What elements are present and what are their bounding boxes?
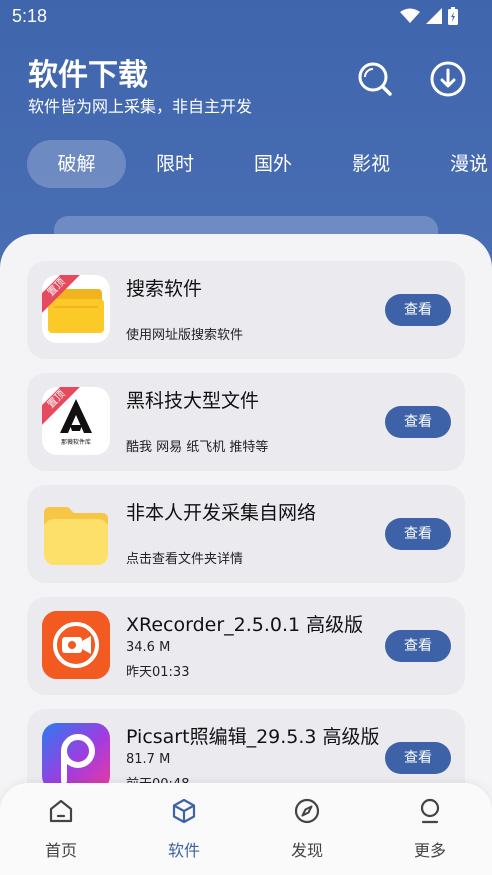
person-icon	[420, 798, 440, 824]
search-button[interactable]	[356, 60, 394, 98]
app-title: XRecorder_2.5.0.1 高级版	[126, 614, 364, 636]
app-size: 81.7 M	[126, 752, 171, 767]
bottom-nav: 首页 软件 发现 更多	[0, 783, 492, 875]
nav-software[interactable]: 软件	[144, 797, 224, 861]
app-card[interactable]: XRecorder_2.5.0.1 高级版 34.6 M 昨天01:33 查看	[27, 597, 465, 695]
status-icons	[400, 7, 458, 25]
tab-foreign[interactable]: 国外	[238, 140, 308, 188]
tab-limited[interactable]: 限时	[140, 140, 210, 188]
app-title: 非本人开发采集自网络	[126, 502, 317, 524]
nav-label: 首页	[44, 841, 77, 860]
view-button[interactable]: 查看	[385, 742, 451, 774]
app-title: 黑科技大型文件	[126, 390, 260, 412]
pinned-badge: 置顶	[42, 275, 80, 313]
app-description: 点击查看文件夹详情	[126, 552, 244, 567]
signal-icon	[426, 8, 442, 24]
download-icon	[430, 61, 466, 97]
view-button[interactable]: 查看	[385, 518, 451, 550]
battery-icon	[448, 7, 458, 25]
wifi-icon	[400, 8, 420, 23]
folder-light-icon	[42, 499, 110, 567]
home-icon	[49, 799, 73, 823]
nav-more[interactable]: 更多	[390, 797, 470, 861]
nav-home[interactable]: 首页	[21, 797, 101, 861]
app-title: 搜索软件	[126, 278, 203, 300]
nav-label: 更多	[413, 841, 446, 860]
picsart-icon	[42, 723, 110, 791]
folder-yellow-icon: 置顶	[42, 275, 110, 343]
app-title: Picsart照编辑_29.5.3 高级版	[126, 726, 380, 748]
compass-icon	[294, 798, 320, 824]
view-button[interactable]: 查看	[385, 630, 451, 662]
pinned-badge: 置顶	[42, 387, 80, 425]
category-tabs: 破解 限时 国外 影视 漫说	[0, 140, 492, 190]
logo-text: 那薇软件库	[60, 439, 91, 446]
cube-icon	[172, 798, 196, 824]
content-sheet: 置顶 搜索软件 使用网址版搜索软件 查看 那薇软件库 置顶 黑科技大型文件 酷我…	[0, 234, 492, 875]
nav-label: 软件	[167, 841, 200, 860]
app-date: 昨天01:33	[126, 665, 190, 680]
search-icon	[358, 62, 392, 96]
nav-discover[interactable]: 发现	[267, 797, 347, 861]
app-size: 34.6 M	[126, 640, 171, 655]
app-description: 酷我 网易 纸飞机 推特等	[126, 440, 269, 455]
app-card[interactable]: 那薇软件库 置顶 黑科技大型文件 酷我 网易 纸飞机 推特等 查看	[27, 373, 465, 471]
tab-video[interactable]: 影视	[336, 140, 406, 188]
app-card[interactable]: 非本人开发采集自网络 点击查看文件夹详情 查看	[27, 485, 465, 583]
status-bar: 5:18	[0, 0, 492, 34]
nav-label: 发现	[290, 841, 323, 860]
app-card[interactable]: 置顶 搜索软件 使用网址版搜索软件 查看	[27, 261, 465, 359]
view-button[interactable]: 查看	[385, 294, 451, 326]
view-button[interactable]: 查看	[385, 406, 451, 438]
tab-crack[interactable]: 破解	[27, 140, 126, 188]
page-title: 软件下载	[28, 58, 148, 93]
app-description: 使用网址版搜索软件	[126, 328, 244, 343]
app-logo-a-icon: 那薇软件库 置顶	[42, 387, 110, 455]
status-time: 5:18	[12, 6, 48, 26]
video-recorder-icon	[42, 611, 110, 679]
page-subtitle: 软件皆为网上采集，非自主开发	[28, 97, 253, 116]
download-button[interactable]	[429, 60, 467, 98]
tab-comics[interactable]: 漫说	[434, 140, 492, 188]
